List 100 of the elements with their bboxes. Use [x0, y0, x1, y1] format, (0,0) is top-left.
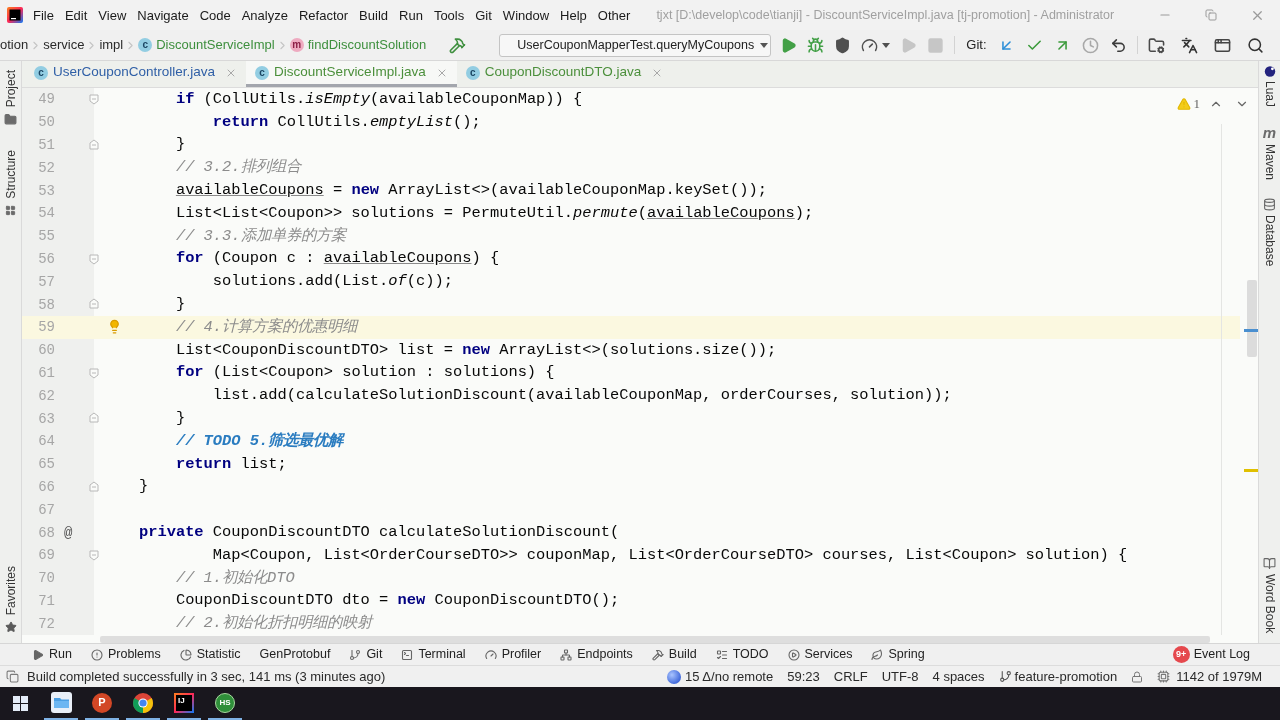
- menu-item[interactable]: Tools: [433, 8, 465, 22]
- book-icon: [1263, 556, 1276, 570]
- horizontal-scrollbar[interactable]: [100, 636, 1210, 643]
- run-configuration-dropdown[interactable]: UserCouponMapperTest.queryMyCoupons: [499, 33, 772, 57]
- tool-window-button[interactable]: Project: [4, 70, 17, 127]
- todo-marker[interactable]: [1244, 469, 1258, 472]
- breadcrumb[interactable]: m findDiscountSolution: [289, 35, 427, 55]
- fold-end-marker-icon[interactable]: [89, 138, 99, 150]
- line-number: 54: [38, 206, 55, 221]
- editor-tab[interactable]: c CouponDiscountDTO.java: [456, 61, 673, 87]
- breadcrumb[interactable]: otion: [0, 35, 29, 55]
- override-marker[interactable]: @: [64, 525, 73, 540]
- tool-window-button[interactable]: Problems: [90, 645, 161, 664]
- inspection-widget[interactable]: 1: [1176, 94, 1200, 114]
- fold-end-marker-icon[interactable]: [89, 298, 99, 310]
- lightbulb-icon[interactable]: [107, 318, 122, 334]
- breadcrumb[interactable]: impl: [99, 35, 124, 55]
- caret-down-icon: [760, 42, 769, 48]
- menu-item[interactable]: Git: [475, 8, 492, 22]
- tool-window-button[interactable]: Terminal: [401, 645, 466, 664]
- tool-window-button[interactable]: Database: [1263, 198, 1276, 267]
- taskbar-app[interactable]: HS: [208, 687, 242, 720]
- method-icon: m: [289, 38, 304, 52]
- notification-count: 9+: [1172, 646, 1190, 663]
- menu-item[interactable]: View: [98, 8, 127, 22]
- fold-marker-icon[interactable]: [89, 253, 99, 265]
- taskbar-app[interactable]: P: [85, 687, 119, 720]
- tool-window-button[interactable]: Endpoints: [560, 645, 633, 664]
- line-number: 50: [38, 115, 55, 130]
- menu-item[interactable]: Help: [560, 8, 587, 22]
- fold-marker-icon[interactable]: [89, 367, 99, 379]
- fold-marker-icon[interactable]: [89, 94, 99, 105]
- status-widget[interactable]: UTF-8: [881, 666, 919, 687]
- tool-window-button[interactable]: Git: [349, 645, 383, 664]
- line-number: 72: [38, 616, 55, 631]
- status-widget[interactable]: CRLF: [833, 666, 868, 687]
- fold-end-marker-icon[interactable]: [89, 480, 99, 492]
- alert-icon: [90, 648, 103, 661]
- tool-window-button[interactable]: Run: [32, 645, 72, 664]
- line-number: 67: [38, 502, 55, 517]
- stop-icon: [927, 36, 945, 54]
- menu-item[interactable]: Edit: [64, 8, 88, 22]
- memory-indicator[interactable]: 1142 of 1979M: [1157, 666, 1262, 687]
- line-number: 52: [38, 160, 55, 175]
- app-logo: P: [92, 692, 112, 713]
- code-line: // 4.计算方案的优惠明细: [175, 316, 358, 338]
- tool-window-button[interactable]: Structure: [4, 150, 17, 217]
- play-icon: [780, 36, 798, 54]
- menu-item[interactable]: Run: [399, 8, 423, 22]
- menu-item[interactable]: Refactor: [298, 8, 349, 22]
- tool-window-button[interactable]: Statistic: [179, 645, 241, 664]
- tool-window-button[interactable]: TODO: [715, 645, 769, 664]
- code-line: for (List<Coupon> solution : solutions) {: [175, 362, 555, 384]
- line-number: 64: [38, 434, 55, 449]
- tool-window-button[interactable]: Build: [651, 645, 697, 664]
- vertical-scrollbar[interactable]: [1247, 280, 1257, 357]
- tool-window-button[interactable]: Spring: [871, 645, 925, 664]
- menu-item[interactable]: Code: [199, 8, 231, 22]
- class-icon: c: [34, 65, 48, 80]
- tool-window-button[interactable]: Favorites: [4, 565, 17, 633]
- menu-item[interactable]: Other: [597, 8, 631, 22]
- editor-tab[interactable]: c DiscountServiceImpl.java: [246, 61, 457, 87]
- editor-tab[interactable]: c UserCouponController.java: [25, 61, 247, 87]
- tool-window-button[interactable]: Profiler: [484, 645, 542, 664]
- code-line: }: [175, 294, 186, 315]
- folder-gear-icon: [1147, 36, 1165, 54]
- menu-item[interactable]: File: [33, 8, 54, 22]
- menu-item[interactable]: Analyze: [241, 8, 288, 22]
- lock-button[interactable]: [1131, 670, 1144, 683]
- tool-window-button[interactable]: LuaJ: [1263, 65, 1276, 108]
- database-icon: [1263, 198, 1276, 212]
- undo-icon: [1109, 36, 1127, 54]
- fold-end-marker-icon[interactable]: [89, 412, 99, 424]
- event-log-button[interactable]: 9+ Event Log: [1172, 645, 1250, 664]
- line-number: 62: [38, 388, 55, 403]
- tool-window-button[interactable]: Word Book: [1263, 556, 1276, 633]
- code-line: // 3.2.排列组合: [175, 157, 301, 179]
- menu-item[interactable]: Navigate: [137, 8, 189, 22]
- fold-marker-icon[interactable]: [89, 549, 99, 561]
- tool-window-button[interactable]: Services: [787, 645, 853, 664]
- vcs-widget[interactable]: 15 Δ/no remote: [667, 666, 774, 687]
- line-number: 71: [38, 593, 55, 608]
- menu-item[interactable]: Build: [359, 8, 388, 22]
- breadcrumb[interactable]: c DiscountServiceImpl: [138, 35, 275, 55]
- shield-icon: [834, 36, 852, 54]
- breadcrumb[interactable]: service: [43, 35, 85, 55]
- caret-marker[interactable]: [1244, 329, 1258, 332]
- status-widget[interactable]: 59:23: [787, 666, 820, 687]
- line-number: 68: [38, 525, 55, 540]
- tool-window-button[interactable]: GenProtobuf: [259, 645, 331, 664]
- status-widget[interactable]: 4 spaces: [932, 666, 985, 687]
- code-line: // TODO 5.筛选最优解: [175, 430, 344, 452]
- taskbar-app[interactable]: IJ: [167, 687, 201, 720]
- tool-window-button[interactable]: m Maven: [1262, 125, 1277, 181]
- menu-item[interactable]: Window: [502, 8, 550, 22]
- hammer-icon: [449, 36, 467, 54]
- line-number: 61: [38, 365, 55, 380]
- branch-widget[interactable]: feature-promotion: [998, 666, 1118, 687]
- gauge-icon: [861, 36, 879, 54]
- browser-icon: [133, 692, 153, 713]
